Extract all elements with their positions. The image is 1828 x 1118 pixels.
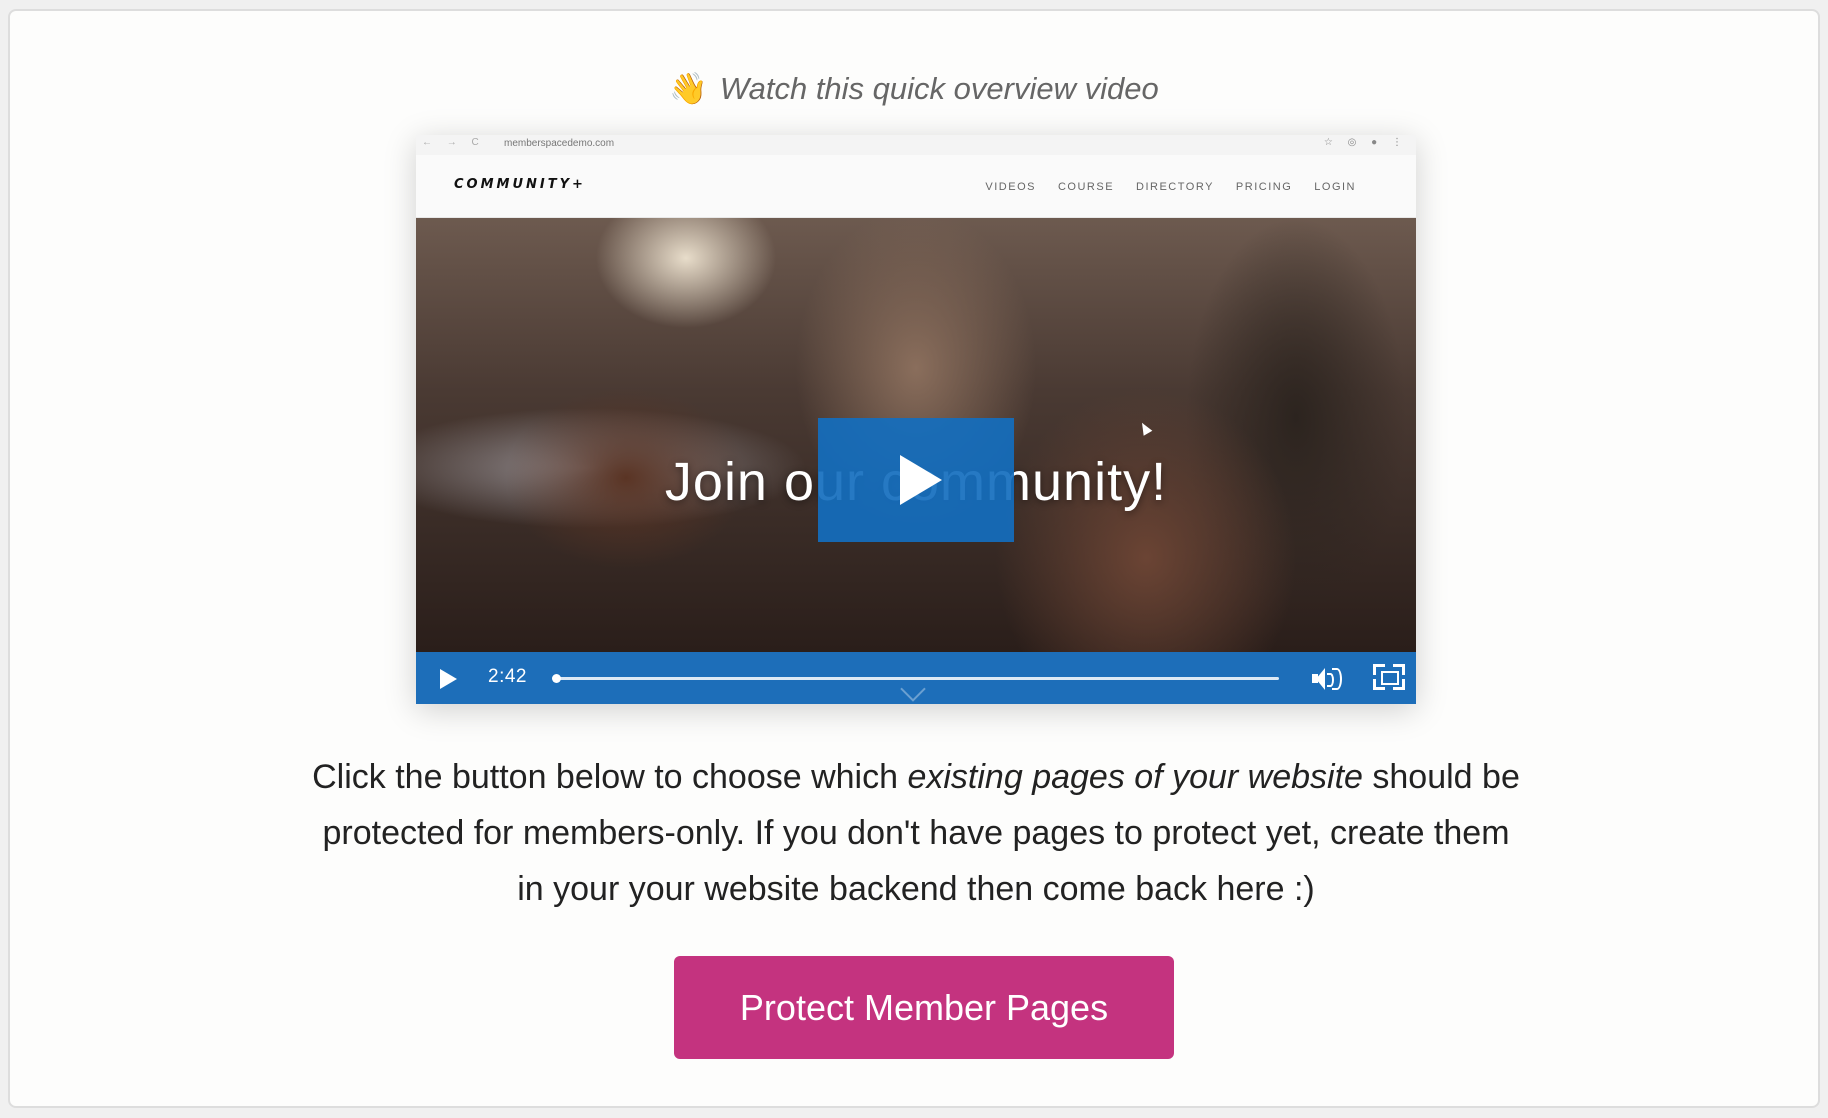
instructions-text: Click the button below to choose which e… (310, 749, 1522, 917)
video-thumbnail-scene: Join our community! (416, 218, 1416, 652)
play-pause-button[interactable] (440, 669, 457, 689)
browser-nav-icons: ← → C (422, 137, 485, 148)
demo-nav-item: LOGIN (1314, 181, 1356, 193)
volume-icon[interactable] (1312, 667, 1344, 691)
onboarding-card: 👋 Watch this quick overview video ← → C m… (8, 9, 1820, 1108)
progress-scrubber-handle[interactable] (552, 674, 561, 683)
chevron-down-icon (900, 676, 926, 702)
video-heading: 👋 Watch this quick overview video (10, 66, 1818, 112)
video-duration: 2:42 (488, 666, 527, 687)
demo-site-header: COMMUNITY+ VIDEOS COURSE DIRECTORY PRICI… (416, 155, 1416, 218)
video-heading-text: Watch this quick overview video (719, 71, 1159, 106)
waving-hand-icon: 👋 (669, 71, 708, 106)
demo-site-nav: VIDEOS COURSE DIRECTORY PRICING LOGIN (985, 181, 1356, 193)
browser-extension-icons: ☆ ◎ ● ⋮ (1323, 137, 1408, 148)
demo-nav-item: DIRECTORY (1136, 181, 1214, 193)
demo-nav-item: COURSE (1057, 181, 1115, 193)
video-progress-bar[interactable] (552, 674, 1279, 683)
demo-nav-item: VIDEOS (985, 181, 1036, 193)
video-control-bar: 2:42 (416, 652, 1416, 704)
big-play-button[interactable] (818, 418, 1014, 542)
browser-url: memberspacedemo.com (504, 138, 615, 149)
fullscreen-icon[interactable] (1373, 664, 1405, 690)
demo-site-logo: COMMUNITY+ (454, 177, 586, 192)
play-icon (900, 455, 942, 505)
protect-member-pages-button[interactable]: Protect Member Pages (674, 956, 1174, 1059)
instructions-text-emphasis: existing pages of your website (907, 758, 1363, 796)
overview-video-player[interactable]: ← → C memberspacedemo.com ☆ ◎ ● ⋮ COMMUN… (416, 135, 1416, 704)
demo-nav-item: PRICING (1235, 181, 1293, 193)
mouse-cursor-icon (1137, 420, 1153, 436)
instructions-text-start: Click the button below to choose which (312, 758, 908, 796)
browser-chrome: ← → C memberspacedemo.com ☆ ◎ ● ⋮ (416, 135, 1416, 156)
